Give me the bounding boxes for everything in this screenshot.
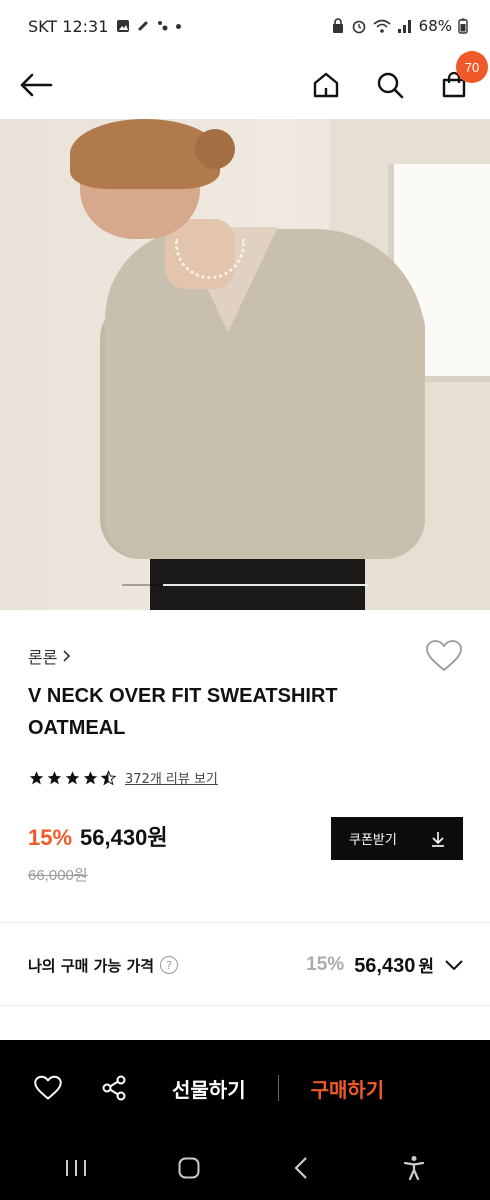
footprint-icon — [158, 21, 168, 31]
discount-rate: 15% — [28, 825, 73, 850]
review-link[interactable]: 372개 리뷰 보기 — [125, 768, 218, 787]
my-price-row[interactable]: 나의 구매 가능 가격 ? 15% 56,430 원 — [28, 952, 464, 978]
more-notifications-dot — [176, 23, 182, 29]
star-icon — [83, 770, 98, 784]
gallery-icon — [117, 20, 130, 32]
search-icon — [377, 72, 404, 99]
recent-apps-button[interactable] — [58, 1150, 94, 1186]
notification-icons — [116, 19, 182, 33]
wishlist-button[interactable] — [424, 638, 464, 674]
my-price-discount: 15% — [306, 954, 345, 975]
system-home-button[interactable] — [171, 1150, 207, 1186]
back-button[interactable] — [18, 67, 54, 103]
question-icon[interactable]: ? — [160, 956, 179, 974]
home-icon — [313, 72, 339, 98]
price-row: 15% 56,430원 — [28, 820, 168, 852]
star-icon — [65, 770, 80, 784]
back-arrow-icon — [20, 73, 53, 97]
accessibility-button[interactable] — [396, 1150, 432, 1186]
brand-name: 론론 — [28, 648, 58, 667]
status-left: SKT 12:31 — [28, 16, 182, 36]
cart-count-badge: 70 — [456, 51, 488, 83]
carrier-time: SKT 12:31 — [28, 16, 109, 36]
recent-apps-icon — [66, 1160, 87, 1176]
heart-icon — [34, 1075, 62, 1100]
bottom-bar-separator — [277, 1075, 279, 1101]
product-image-carousel[interactable] — [0, 119, 490, 610]
search-button[interactable] — [372, 67, 408, 103]
star-icon — [47, 770, 62, 784]
my-price-value: 56,430 — [354, 955, 416, 977]
system-home-icon — [178, 1157, 200, 1179]
home-button[interactable] — [308, 67, 344, 103]
original-price: 66,000원 — [28, 867, 88, 884]
coupon-download-button[interactable]: 쿠폰받기 — [331, 817, 463, 860]
alarm-icon — [352, 20, 365, 34]
half-star-icon — [100, 769, 117, 785]
battery-icon — [458, 18, 468, 34]
rating-stars — [28, 769, 117, 786]
system-back-icon — [294, 1157, 308, 1179]
sale-price: 56,430원 — [80, 825, 168, 850]
star-icon — [29, 770, 44, 784]
bottom-wishlist-button[interactable] — [30, 1070, 66, 1106]
signal-icon — [397, 20, 411, 33]
link-icon — [138, 21, 148, 31]
system-back-button[interactable] — [283, 1150, 319, 1186]
accessibility-icon — [403, 1156, 424, 1181]
nav-actions: 70 — [308, 51, 488, 103]
rating-row: 372개 리뷰 보기 — [28, 768, 218, 787]
download-icon — [432, 831, 444, 847]
share-icon — [102, 1075, 126, 1101]
chevron-down-icon — [445, 960, 463, 971]
section-divider — [0, 1005, 490, 1006]
coupon-label: 쿠폰받기 — [349, 833, 397, 848]
wifi-icon — [373, 19, 391, 33]
share-button[interactable] — [96, 1070, 132, 1106]
my-price-amount: 56,430 원 — [354, 952, 434, 978]
status-bar: SKT 12:31 68% — [0, 0, 490, 52]
carousel-indicator-active — [163, 584, 368, 586]
cart-button[interactable]: 70 — [436, 51, 488, 103]
battery-percent: 68% — [418, 17, 452, 35]
status-right: 68% — [331, 17, 468, 35]
my-price-label: 나의 구매 가능 가격 — [28, 956, 155, 975]
bottom-action-bar: 선물하기 구매하기 — [0, 1040, 490, 1136]
top-navigation: 70 — [0, 51, 490, 118]
photo-hair-bun — [195, 129, 235, 169]
section-divider — [0, 922, 490, 923]
lock-icon — [332, 18, 343, 33]
my-price-unit: 원 — [418, 957, 434, 976]
gift-button[interactable]: 선물하기 — [172, 1074, 246, 1103]
chevron-right-icon — [63, 650, 71, 662]
my-price-values: 15% 56,430 원 — [306, 952, 464, 978]
product-title: V NECK OVER FIT SWEATSHIRT OATMEAL — [28, 685, 338, 739]
buy-button[interactable]: 구매하기 — [311, 1074, 385, 1103]
system-navigation-bar — [0, 1136, 490, 1200]
brand-link[interactable]: 론론 — [28, 644, 71, 668]
heart-icon — [426, 640, 462, 671]
